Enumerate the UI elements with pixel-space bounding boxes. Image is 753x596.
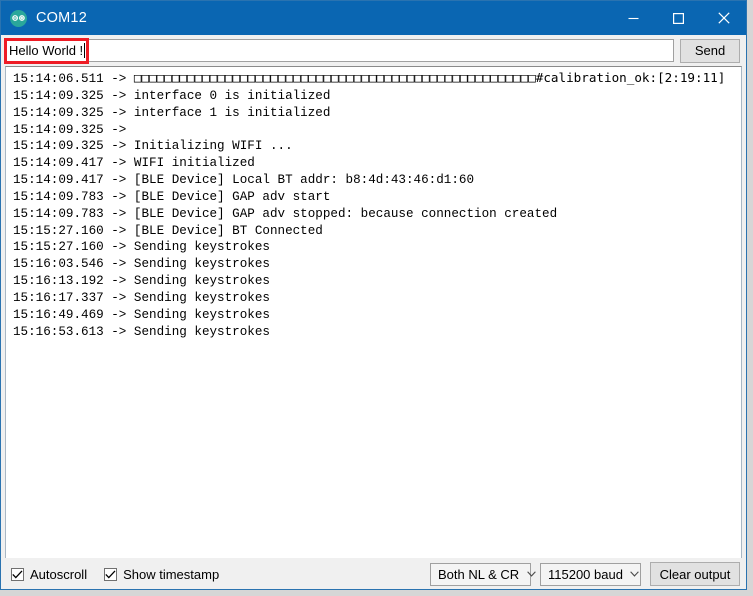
- console-line-timestamp: 15:14:09.783 ->: [13, 190, 134, 204]
- arduino-logo-icon: [10, 10, 27, 27]
- chevron-down-icon: [623, 571, 647, 577]
- autoscroll-label: Autoscroll: [30, 567, 87, 582]
- console-line: 15:15:27.160 -> Sending keystrokes: [13, 239, 741, 256]
- show-timestamp-checkbox-group[interactable]: Show timestamp: [104, 567, 219, 582]
- send-input[interactable]: Hello World !: [5, 39, 674, 62]
- title-bar: COM12: [1, 1, 746, 35]
- console-line: 15:16:17.337 -> Sending keystrokes: [13, 290, 741, 307]
- console-line-timestamp: 15:16:49.469 ->: [13, 308, 134, 322]
- show-timestamp-label: Show timestamp: [123, 567, 219, 582]
- console-line-message: [BLE Device] BT Connected: [134, 224, 323, 238]
- console-line-timestamp: 15:14:09.325 ->: [13, 139, 134, 153]
- console-line-message: interface 0 is initialized: [134, 89, 331, 103]
- console-lines: 15:14:06.511 -> □□□□□□□□□□□□□□□□□□□□□□□□…: [6, 67, 741, 341]
- console-line-timestamp: 15:16:17.337 ->: [13, 291, 134, 305]
- send-button[interactable]: Send: [680, 39, 740, 63]
- console-line-message: Sending keystrokes: [134, 291, 270, 305]
- console-line: 15:14:09.325 -> interface 0 is initializ…: [13, 88, 741, 105]
- console-line-timestamp: 15:14:09.325 ->: [13, 106, 134, 120]
- line-ending-select[interactable]: Both NL & CR: [430, 563, 531, 586]
- console-line-timestamp: 15:15:27.160 ->: [13, 240, 134, 254]
- send-row: Hello World ! Send: [1, 35, 746, 66]
- console-line: 15:14:06.511 -> □□□□□□□□□□□□□□□□□□□□□□□□…: [13, 70, 741, 88]
- console-line-timestamp: 15:14:09.325 ->: [13, 89, 134, 103]
- console-line: 15:16:13.192 -> Sending keystrokes: [13, 273, 741, 290]
- console-line: 15:14:09.325 -> interface 1 is initializ…: [13, 105, 741, 122]
- console-line-timestamp: 15:14:09.325 ->: [13, 123, 126, 137]
- baud-rate-value: 115200 baud: [548, 567, 623, 582]
- console-line-timestamp: 15:14:09.417 ->: [13, 156, 134, 170]
- console-line-message: WIFI initialized: [134, 156, 255, 170]
- console-line: 15:14:09.325 ->: [13, 122, 741, 139]
- console-line-message: Sending keystrokes: [134, 325, 270, 339]
- autoscroll-checkbox-group[interactable]: Autoscroll: [11, 567, 87, 582]
- console-line-timestamp: 15:14:06.511 ->: [13, 72, 134, 86]
- console-line: 15:16:53.613 -> Sending keystrokes: [13, 324, 741, 341]
- console-line-message: Sending keystrokes: [134, 240, 270, 254]
- baud-rate-select[interactable]: 115200 baud: [540, 563, 641, 586]
- console-line-message: Sending keystrokes: [134, 308, 270, 322]
- console-line-message: [BLE Device] GAP adv stopped: because co…: [134, 207, 557, 221]
- minimize-icon[interactable]: [611, 1, 656, 35]
- console-line: 15:14:09.783 -> [BLE Device] GAP adv sta…: [13, 189, 741, 206]
- console-line-message: interface 1 is initialized: [134, 106, 331, 120]
- serial-monitor-window: COM12 Hello World ! Send 15:14:06.511 ->…: [0, 0, 747, 590]
- console-line-timestamp: 15:16:03.546 ->: [13, 257, 134, 271]
- console-output-area[interactable]: 15:14:06.511 -> □□□□□□□□□□□□□□□□□□□□□□□□…: [5, 66, 742, 558]
- console-line: 15:16:49.469 -> Sending keystrokes: [13, 307, 741, 324]
- show-timestamp-checkbox[interactable]: [104, 568, 117, 581]
- text-caret: [84, 43, 85, 58]
- clear-output-button[interactable]: Clear output: [650, 562, 740, 586]
- console-line: 15:14:09.783 -> [BLE Device] GAP adv sto…: [13, 206, 741, 223]
- console-line: 15:14:09.417 -> [BLE Device] Local BT ad…: [13, 172, 741, 189]
- console-line: 15:16:03.546 -> Sending keystrokes: [13, 256, 741, 273]
- status-bar: Autoscroll Show timestamp Both NL & CR 1…: [1, 558, 746, 589]
- console-line-message: Sending keystrokes: [134, 257, 270, 271]
- line-ending-value: Both NL & CR: [438, 567, 519, 582]
- window-title: COM12: [36, 10, 611, 26]
- console-line-timestamp: 15:16:13.192 ->: [13, 274, 134, 288]
- autoscroll-checkbox[interactable]: [11, 568, 24, 581]
- close-icon[interactable]: [701, 1, 746, 35]
- console-line-timestamp: 15:14:09.417 ->: [13, 173, 134, 187]
- maximize-icon[interactable]: [656, 1, 701, 35]
- console-line-timestamp: 15:15:27.160 ->: [13, 224, 134, 238]
- console-line-timestamp: 15:14:09.783 ->: [13, 207, 134, 221]
- console-line-message: Sending keystrokes: [134, 274, 270, 288]
- send-input-value: Hello World !: [9, 43, 83, 58]
- console-line: 15:14:09.325 -> Initializing WIFI ...: [13, 138, 741, 155]
- console-line: 15:15:27.160 -> [BLE Device] BT Connecte…: [13, 223, 741, 240]
- console-line-message: Initializing WIFI ...: [134, 139, 293, 153]
- console-line-message: [BLE Device] GAP adv start: [134, 190, 331, 204]
- console-line: 15:14:09.417 -> WIFI initialized: [13, 155, 741, 172]
- console-line-message: □□□□□□□□□□□□□□□□□□□□□□□□□□□□□□□□□□□□□□□□…: [134, 70, 725, 85]
- console-line-timestamp: 15:16:53.613 ->: [13, 325, 134, 339]
- console-line-message: [BLE Device] Local BT addr: b8:4d:43:46:…: [134, 173, 474, 187]
